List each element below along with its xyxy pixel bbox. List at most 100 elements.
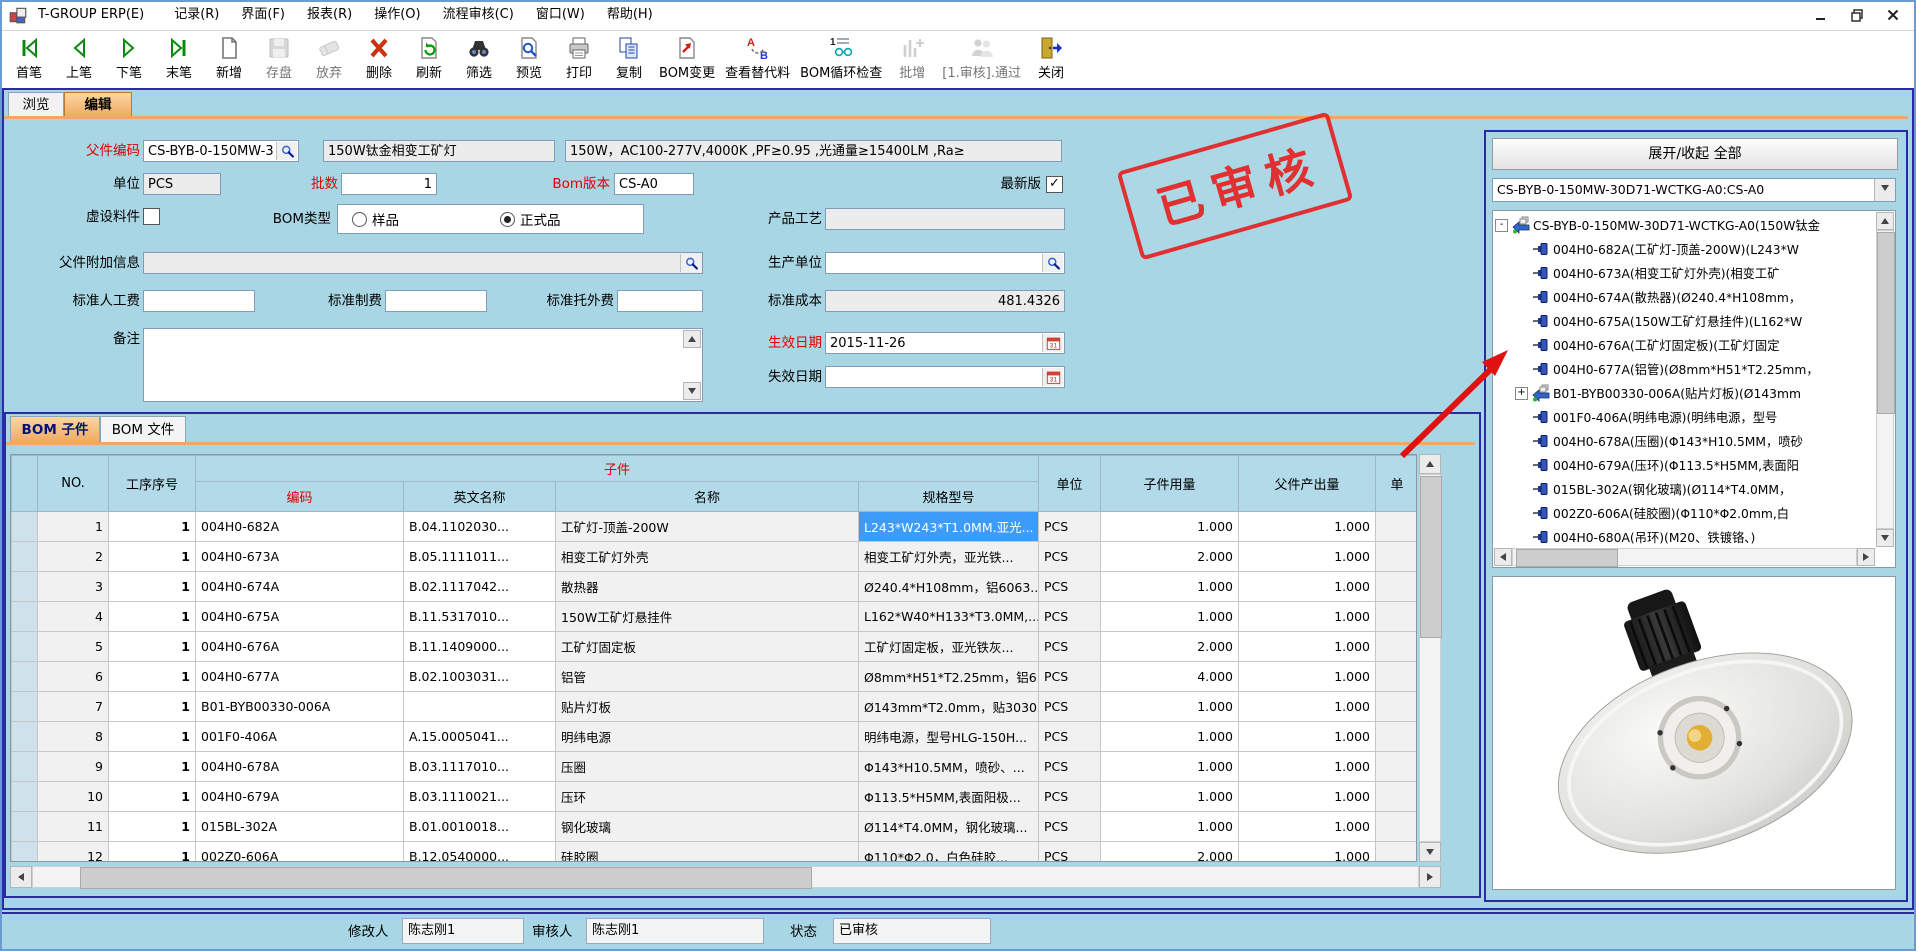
bom-version-field[interactable]: CS-A0 <box>614 173 694 195</box>
tree-item[interactable]: 004H0-679A(压环)(Φ113.5*H5MM,表面阳 <box>1495 453 1875 477</box>
std-mfg-field[interactable] <box>385 290 487 312</box>
toolbar-button[interactable]: AB 查看替代料 <box>720 31 795 88</box>
expand-collapse-all-button[interactable]: 展开/收起 全部 <box>1492 138 1898 170</box>
toolbar-button[interactable]: 预览 <box>504 31 554 88</box>
tree-expander-icon[interactable] <box>1515 291 1528 304</box>
toolbar-button[interactable]: 末笔 <box>154 31 204 88</box>
row-selector-cell[interactable] <box>12 632 38 662</box>
scroll-down-icon[interactable] <box>1419 842 1441 862</box>
row-selector-cell[interactable] <box>12 752 38 782</box>
cell-spec[interactable]: L162*W40*H133*T3.0MM,... <box>859 602 1039 632</box>
chevron-down-icon[interactable] <box>1874 179 1895 201</box>
table-row[interactable]: 7 1 B01-BYB00330-006A 贴片灯板 Ø143mm*T2.0mm… <box>12 692 1418 722</box>
row-selector-cell[interactable] <box>12 512 38 542</box>
radio-formal[interactable]: 正式品 <box>500 209 561 229</box>
tree-item[interactable]: 002Z0-606A(硅胶圈)(Φ110*Φ2.0mm,白 <box>1495 501 1875 525</box>
tree-expander-icon[interactable] <box>1515 459 1528 472</box>
vscroll-thumb[interactable] <box>1877 232 1895 414</box>
remark-field[interactable] <box>143 328 703 402</box>
tree-item[interactable]: 004H0-676A(工矿灯固定板)(工矿灯固定 <box>1495 333 1875 357</box>
toolbar-button[interactable]: 删除 <box>354 31 404 88</box>
cell-spec[interactable]: Ø240.4*H108mm，铝6063... <box>859 572 1039 602</box>
std-labor-field[interactable] <box>143 290 255 312</box>
restore-icon[interactable] <box>1848 6 1866 24</box>
tree-expander-icon[interactable] <box>1515 315 1528 328</box>
expire-date-field[interactable]: 31 <box>825 366 1065 388</box>
table-row[interactable]: 5 1 004H0-676A B.11.1409000... 工矿灯固定板 工矿… <box>12 632 1418 662</box>
cell-spec[interactable]: Ø8mm*H51*T2.25mm，铝6... <box>859 662 1039 692</box>
table-row[interactable]: 6 1 004H0-677A B.02.1003031... 铝管 Ø8mm*H… <box>12 662 1418 692</box>
tree-item[interactable]: 004H0-682A(工矿灯-顶盖-200W)(L243*W <box>1495 237 1875 261</box>
tree-expander-icon[interactable] <box>1515 507 1528 520</box>
tree-item[interactable]: B01-BYB00330-006A(贴片灯板)(Ø143mm <box>1495 381 1875 405</box>
menu-item[interactable]: 窗口(W) <box>536 0 607 30</box>
toolbar-button[interactable]: 首笔 <box>4 31 54 88</box>
scroll-right-icon[interactable] <box>1419 866 1441 888</box>
tree-vscrollbar[interactable] <box>1876 212 1894 547</box>
latest-checkbox[interactable] <box>1046 176 1063 193</box>
parent-extra-field[interactable] <box>143 252 703 274</box>
menu-item[interactable]: 帮助(H) <box>607 0 675 30</box>
toolbar-button[interactable]: 打印 <box>554 31 604 88</box>
row-selector-cell[interactable] <box>12 842 38 863</box>
effective-date-field[interactable]: 2015-11-26 31 <box>825 332 1065 354</box>
tree-item[interactable]: 004H0-673A(相变工矿灯外壳)(相变工矿 <box>1495 261 1875 285</box>
tree-item[interactable]: 004H0-674A(散热器)(Ø240.4*H108mm， <box>1495 285 1875 309</box>
virtual-part-checkbox[interactable] <box>143 208 160 225</box>
table-row[interactable]: 4 1 004H0-675A B.11.5317010... 150W工矿灯悬挂… <box>12 602 1418 632</box>
row-selector-cell[interactable] <box>12 542 38 572</box>
cell-spec[interactable]: Φ143*H10.5MM，喷砂、... <box>859 752 1039 782</box>
table-row[interactable]: 2 1 004H0-673A B.05.1111011... 相变工矿灯外壳 相… <box>12 542 1418 572</box>
close-icon[interactable] <box>1884 6 1902 24</box>
table-row[interactable]: 11 1 015BL-302A B.01.0010018... 钢化玻璃 Ø11… <box>12 812 1418 842</box>
table-hscrollbar[interactable] <box>10 866 1441 888</box>
row-selector-cell[interactable] <box>12 572 38 602</box>
tree-item[interactable]: 004H0-677A(铝管)(Ø8mm*H51*T2.25mm， <box>1495 357 1875 381</box>
col-unit[interactable]: 单位 <box>1039 456 1101 512</box>
tree-expander-icon[interactable] <box>1515 531 1528 544</box>
menu-item[interactable]: 操作(O) <box>374 0 442 30</box>
table-row[interactable]: 8 1 001F0-406A A.15.0005041... 明纬电源 明纬电源… <box>12 722 1418 752</box>
cell-spec[interactable]: L243*W243*T1.0MM.亚光... <box>859 512 1039 542</box>
scroll-left-icon[interactable] <box>10 866 32 888</box>
scroll-up-icon[interactable] <box>1876 212 1894 230</box>
col-en-name[interactable]: 英文名称 <box>404 482 556 512</box>
scroll-down-icon[interactable] <box>1876 529 1894 547</box>
table-row[interactable]: 1 1 004H0-682A B.04.1102030... 工矿灯-顶盖-20… <box>12 512 1418 542</box>
menu-app[interactable]: T-GROUP ERP(E) <box>38 0 174 30</box>
col-name[interactable]: 名称 <box>556 482 859 512</box>
radio-sample[interactable]: 样品 <box>352 209 399 229</box>
tab-bom-children[interactable]: BOM 子件 <box>10 416 100 443</box>
cell-spec[interactable]: Φ110*Φ2.0，白色硅胶... <box>859 842 1039 863</box>
tree-expander-icon[interactable] <box>1515 483 1528 496</box>
cell-spec[interactable]: 明纬电源，型号HLG-150H... <box>859 722 1039 752</box>
parent-code-field[interactable]: CS-BYB-0-150MW-3 <box>143 140 299 162</box>
minimize-icon[interactable] <box>1812 6 1830 24</box>
scroll-left-icon[interactable] <box>1494 548 1512 566</box>
row-selector-cell[interactable] <box>12 602 38 632</box>
table-vscrollbar[interactable] <box>1419 454 1441 862</box>
row-selector-cell[interactable] <box>12 782 38 812</box>
scroll-right-icon[interactable] <box>1857 548 1875 566</box>
magnifier-icon[interactable] <box>680 254 701 272</box>
toolbar-button[interactable]: 刷新 <box>404 31 454 88</box>
cell-spec[interactable]: 相变工矿灯外壳，亚光铁... <box>859 542 1039 572</box>
toolbar-button[interactable]: 1 BOM循环检查 <box>795 31 887 88</box>
tree-expander-icon[interactable] <box>1515 363 1528 376</box>
batch-field[interactable]: 1 <box>341 173 437 195</box>
tab-edit[interactable]: 编辑 <box>64 92 132 117</box>
tree-item[interactable]: 004H0-680A(吊环)(M20、铁镀铬、) <box>1495 525 1875 547</box>
scroll-down-icon[interactable] <box>683 382 701 400</box>
magnifier-icon[interactable] <box>276 142 297 160</box>
scroll-up-icon[interactable] <box>683 330 701 348</box>
row-selector-cell[interactable] <box>12 812 38 842</box>
row-selector-cell[interactable] <box>12 662 38 692</box>
cell-spec[interactable]: Ø114*T4.0MM，钢化玻璃... <box>859 812 1039 842</box>
tree-expander-icon[interactable] <box>1515 267 1528 280</box>
col-output[interactable]: 父件产出量 <box>1239 456 1376 512</box>
menu-item[interactable]: 界面(F) <box>241 0 307 30</box>
hscroll-thumb[interactable] <box>80 867 812 889</box>
tab-browse[interactable]: 浏览 <box>8 92 64 117</box>
menu-item[interactable]: 报表(R) <box>307 0 374 30</box>
tree-expander-icon[interactable] <box>1495 219 1508 232</box>
